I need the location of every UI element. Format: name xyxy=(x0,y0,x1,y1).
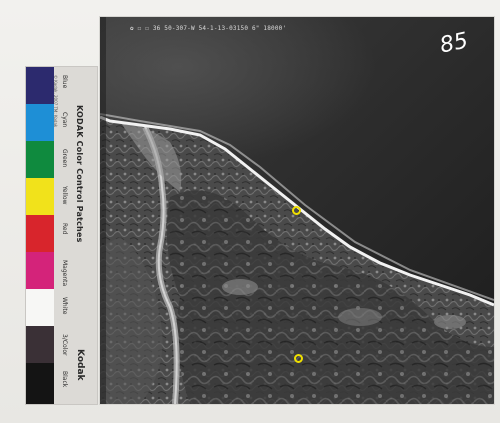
offshore-marker[interactable] xyxy=(292,206,301,215)
cyan-patch xyxy=(26,104,54,141)
yellow-patch xyxy=(26,178,54,215)
strip-fine-print: © Kodak, 2007 TM: Kodak xyxy=(53,75,58,128)
strip-text-area: Blue Cyan Green Yellow Red Magenta White 3/Colo… xyxy=(53,67,97,404)
green-patch xyxy=(26,141,54,178)
patch-label: 3/Color xyxy=(61,334,68,356)
patch-label: Red xyxy=(61,223,68,235)
patch-label: Cyan xyxy=(61,112,68,128)
three-color-patch xyxy=(26,326,54,363)
patch-label: Magenta xyxy=(61,260,68,287)
red-patch xyxy=(26,215,54,252)
white-patch xyxy=(26,289,54,326)
inland-marker[interactable] xyxy=(294,354,303,363)
kodak-logo: Kodak xyxy=(75,349,85,381)
black-patch xyxy=(26,363,54,404)
magenta-patch xyxy=(26,252,54,289)
scan-scene: ✿ ☐ ☐ 36 50-307-W 54-1-13-03150 6" 18000… xyxy=(0,0,500,423)
patch-labels: Blue Cyan Green Yellow Red Magenta White 3/Colo… xyxy=(61,75,68,401)
patch-label: Blue xyxy=(61,75,68,89)
patch-label: White xyxy=(61,297,68,315)
patch-label: Yellow xyxy=(61,186,68,205)
patch-label: Black xyxy=(61,371,68,388)
patch-label: Green xyxy=(61,149,68,168)
blue-patch xyxy=(26,67,54,104)
kodak-color-control-strip: Blue Cyan Green Yellow Red Magenta White 3/Colo… xyxy=(26,67,97,404)
color-patches xyxy=(26,67,54,404)
photo-header-text: ✿ ☐ ☐ 36 50-307-W 54-1-13-03150 6" 18000… xyxy=(130,25,287,32)
strip-title: KODAK Color Control Patches xyxy=(75,105,84,243)
aerial-photograph: ✿ ☐ ☐ 36 50-307-W 54-1-13-03150 6" 18000… xyxy=(100,17,494,404)
